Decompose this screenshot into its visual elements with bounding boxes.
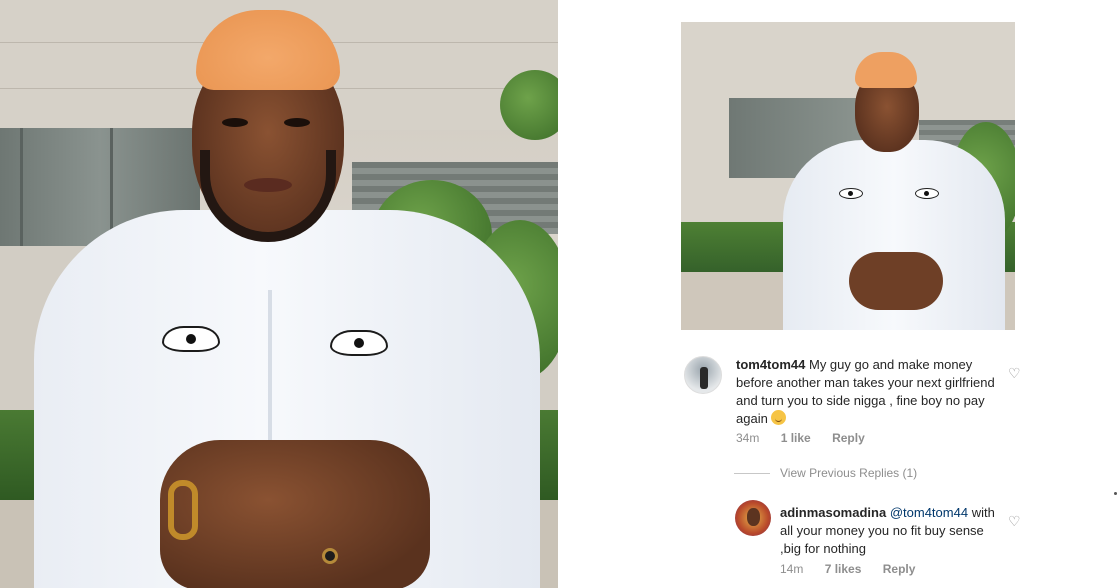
- embroidered-eye-icon: [915, 188, 939, 199]
- reply-reply-button[interactable]: Reply: [883, 562, 916, 576]
- heart-icon[interactable]: ♡: [1008, 365, 1021, 382]
- comment-body: tom4tom44 My guy go and make money befor…: [736, 356, 998, 428]
- dyed-hair: [855, 52, 917, 88]
- comment-time: 34m: [736, 431, 760, 445]
- clasped-hands: [160, 440, 430, 588]
- reply-avatar[interactable]: [735, 500, 771, 536]
- person-eye: [222, 118, 248, 127]
- comment-username[interactable]: tom4tom44: [736, 357, 805, 372]
- gold-bracelet: [168, 480, 198, 540]
- post-photo[interactable]: [681, 22, 1015, 330]
- comment-likes[interactable]: 1 like: [781, 431, 811, 445]
- reply-username[interactable]: adinmasomadina: [780, 505, 886, 520]
- reply-time: 14m: [780, 562, 804, 576]
- edge-mark: [1114, 492, 1117, 495]
- main-photo: [0, 0, 558, 588]
- view-previous-replies[interactable]: View Previous Replies (1): [734, 466, 917, 480]
- heart-icon[interactable]: ♡: [1008, 513, 1021, 530]
- clasped-hands: [849, 252, 943, 310]
- person-eye: [284, 118, 310, 127]
- smiling-emoji-icon: [771, 410, 787, 425]
- embroidered-eye-icon: [330, 330, 388, 356]
- reply-likes[interactable]: 7 likes: [825, 562, 862, 576]
- reply-meta: 14m 7 likes Reply: [780, 562, 915, 576]
- reply-body: adinmasomadina @tom4tom44 with all your …: [780, 504, 1002, 558]
- embroidered-eye-icon: [162, 326, 220, 352]
- view-previous-replies-label[interactable]: View Previous Replies (1): [780, 466, 917, 480]
- reply-mention[interactable]: @tom4tom44: [890, 505, 968, 520]
- embroidered-eye-icon: [839, 188, 863, 199]
- reply-button[interactable]: Reply: [832, 431, 865, 445]
- commenter-avatar[interactable]: [684, 356, 722, 394]
- reply-thread-line: [734, 472, 770, 474]
- window-mullion: [20, 128, 23, 246]
- ring: [322, 548, 338, 564]
- comment-meta: 34m 1 like Reply: [736, 431, 865, 445]
